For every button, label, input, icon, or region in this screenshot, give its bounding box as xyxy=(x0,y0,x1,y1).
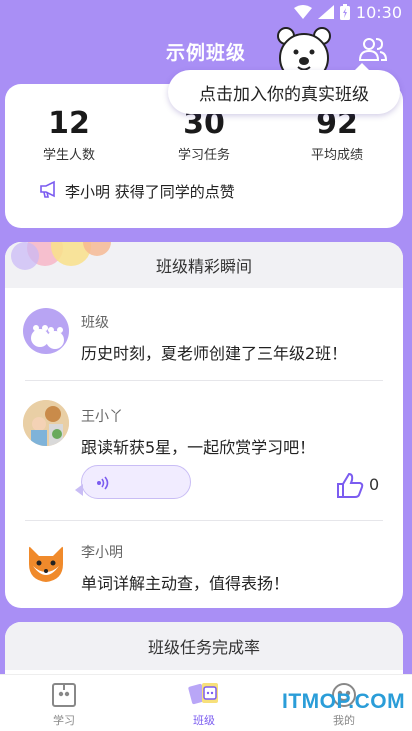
stat-average-score: 92 平均成绩 xyxy=(277,106,397,163)
status-time: 10:30 xyxy=(355,2,402,22)
class-moments-title: 班级精彩瞬间 xyxy=(155,257,252,276)
bear-avatar xyxy=(23,308,69,354)
nav-label: 班级 xyxy=(193,714,215,727)
moment-item[interactable]: 王小丫 跟读斩获5星，一起欣赏学习吧！ 0 xyxy=(5,380,403,520)
thumbs-up-icon[interactable] xyxy=(335,470,365,500)
stat-students: 12 学生人数 xyxy=(9,106,129,163)
battery-icon xyxy=(339,4,350,20)
audio-wave-icon xyxy=(96,476,109,490)
stat-label: 学生人数 xyxy=(42,148,95,163)
book-icon xyxy=(52,683,76,707)
wifi-icon xyxy=(293,5,312,19)
moment-author: 王小丫 xyxy=(81,409,123,425)
stat-label: 学习任务 xyxy=(177,148,230,163)
moment-message: 单词详解主动查，值得表扬！ xyxy=(81,574,290,593)
like-count: 0 xyxy=(369,475,380,494)
stat-tasks: 30 学习任务 xyxy=(144,106,264,163)
stat-value: 12 xyxy=(48,106,90,141)
class-moments-header: 班级精彩瞬间 xyxy=(5,242,403,288)
notice: 李小明 获得了同学的点赞 xyxy=(39,180,235,202)
stat-label: 平均成绩 xyxy=(310,148,363,163)
nav-label: 我的 xyxy=(333,714,355,727)
moment-author: 班级 xyxy=(81,315,109,331)
megaphone-icon xyxy=(39,180,59,202)
join-class-tooltip[interactable]: 点击加入你的真实班级 xyxy=(168,63,400,114)
moment-message: 历史时刻，夏老师创建了三年级2班！ xyxy=(81,344,348,363)
moment-author: 李小明 xyxy=(81,545,123,561)
page-title: 示例班级 xyxy=(165,42,246,64)
classmates-icon[interactable] xyxy=(358,34,388,64)
moment-item[interactable]: 班级 历史时刻，夏老师创建了三年级2班！ xyxy=(5,288,403,380)
child-photo-avatar xyxy=(23,400,69,446)
watermark: ITMOP.COM xyxy=(282,690,406,713)
class-icon xyxy=(188,683,218,705)
moment-item[interactable]: 李小明 单词详解主动查，值得表扬！ xyxy=(5,520,403,608)
status-bar: 10:30 xyxy=(0,0,412,24)
task-completion-header: 班级任务完成率 xyxy=(5,622,403,670)
balloons-icon xyxy=(11,242,111,270)
signal-icon xyxy=(317,5,334,19)
nav-class[interactable]: 班级 xyxy=(164,681,244,728)
nav-label: 学习 xyxy=(53,714,75,727)
moment-message: 跟读斩获5星，一起欣赏学习吧！ xyxy=(81,438,316,457)
task-completion-card: 班级任务完成率 xyxy=(5,622,403,682)
fox-avatar xyxy=(23,540,69,586)
notice-text: 李小明 获得了同学的点赞 xyxy=(65,182,235,201)
class-moments-card: 班级精彩瞬间 班级 历史时刻，夏老师创建了三年级2班！ 王小丫 跟读斩获5星，一… xyxy=(5,242,403,608)
nav-study[interactable]: 学习 xyxy=(24,681,104,728)
voice-message-button[interactable] xyxy=(75,465,191,499)
